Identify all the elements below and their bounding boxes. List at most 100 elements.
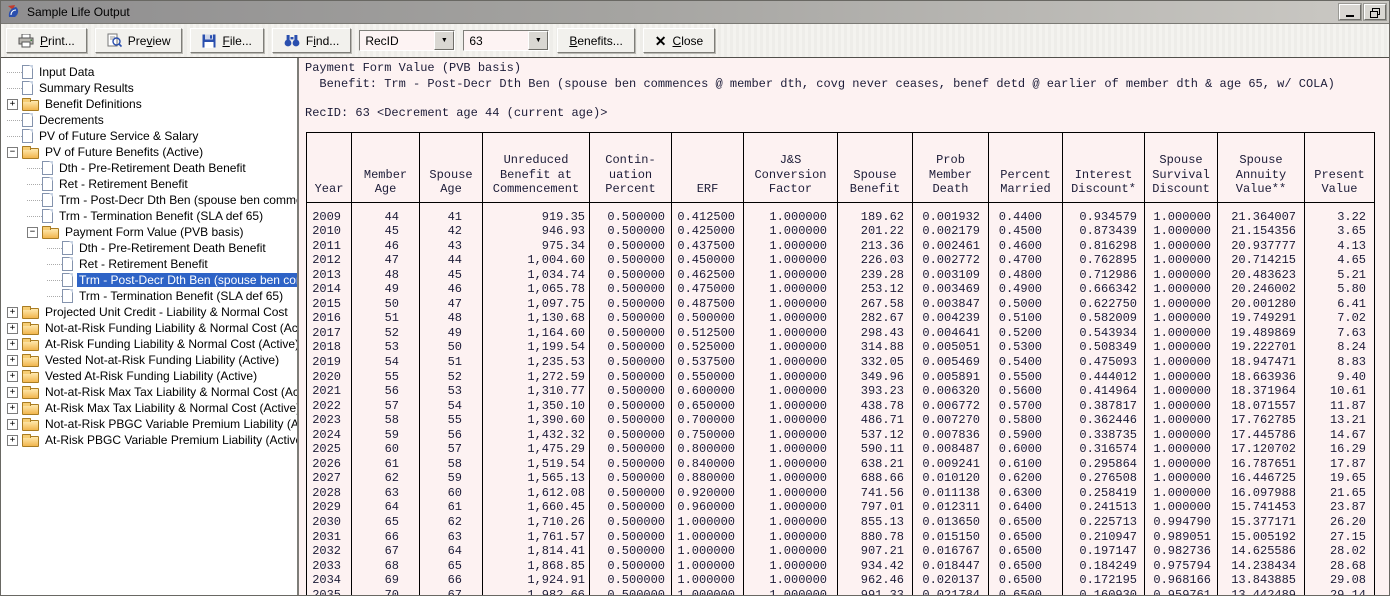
table-cell: 2018 bbox=[307, 340, 352, 355]
table-cell: 51 bbox=[420, 355, 483, 370]
record-dropdown[interactable]: 63 ▼ bbox=[463, 30, 549, 51]
table-cell: 18.663936 bbox=[1218, 370, 1305, 385]
folder-icon bbox=[22, 372, 39, 383]
preview-button[interactable]: Preview bbox=[95, 28, 183, 53]
column-header: Member Age bbox=[352, 132, 420, 202]
file-button[interactable]: File... bbox=[190, 28, 263, 53]
field-dropdown[interactable]: RecID ▼ bbox=[359, 30, 455, 51]
tree-item[interactable]: +Benefit Definitions bbox=[1, 96, 297, 112]
chevron-down-icon[interactable]: ▼ bbox=[434, 31, 454, 50]
table-cell: 1.000000 bbox=[744, 515, 838, 530]
column-header: Percent Married bbox=[989, 132, 1063, 202]
table-cell: 590.11 bbox=[838, 442, 913, 457]
collapse-icon[interactable]: − bbox=[7, 147, 18, 158]
expand-icon[interactable]: + bbox=[7, 99, 18, 110]
table-cell: 17.120702 bbox=[1218, 442, 1305, 457]
tree-item[interactable]: +At-Risk PBGC Variable Premium Liability… bbox=[1, 432, 297, 448]
expand-icon[interactable]: + bbox=[7, 371, 18, 382]
tree-item[interactable]: +At-Risk Funding Liability & Normal Cost… bbox=[1, 336, 297, 352]
tree-item[interactable]: Trm - Post-Decr Dth Ben (spouse ben comm… bbox=[1, 192, 297, 208]
tree-item[interactable]: +Vested Not-at-Risk Funding Liability (A… bbox=[1, 352, 297, 368]
expand-icon[interactable]: + bbox=[7, 403, 18, 414]
table-cell: 20.246002 bbox=[1218, 282, 1305, 297]
tree-item[interactable]: Dth - Pre-Retirement Death Benefit bbox=[1, 240, 297, 256]
table-cell: 0.021784 bbox=[913, 588, 989, 595]
table-cell: 0.6500 bbox=[989, 588, 1063, 595]
table-cell: 0.002772 bbox=[913, 253, 989, 268]
expand-icon[interactable]: + bbox=[7, 435, 18, 446]
document-icon bbox=[42, 177, 53, 191]
folder-icon bbox=[22, 148, 39, 159]
table-cell: 1.000000 bbox=[1145, 224, 1218, 239]
table-cell: 0.018447 bbox=[913, 559, 989, 574]
tree-item[interactable]: Ret - Retirement Benefit bbox=[1, 176, 297, 192]
tree-item[interactable]: −Payment Form Value (PVB basis) bbox=[1, 224, 297, 240]
table-cell: 1.000000 bbox=[744, 471, 838, 486]
tree-item[interactable]: PV of Future Service & Salary bbox=[1, 128, 297, 144]
tree-item[interactable]: Input Data bbox=[1, 64, 297, 80]
table-cell: 2025 bbox=[307, 442, 352, 457]
collapse-icon[interactable]: − bbox=[27, 227, 38, 238]
table-cell: 537.12 bbox=[838, 428, 913, 443]
find-button[interactable]: Find... bbox=[272, 28, 351, 53]
table-cell: 41 bbox=[420, 202, 483, 224]
table-cell: 741.56 bbox=[838, 486, 913, 501]
table-cell: 2022 bbox=[307, 399, 352, 414]
table-cell: 0.487500 bbox=[672, 297, 744, 312]
restore-button[interactable] bbox=[1364, 4, 1386, 20]
table-cell: 53 bbox=[352, 340, 420, 355]
table-cell: 17.87 bbox=[1305, 457, 1375, 472]
table-cell: 0.989051 bbox=[1145, 530, 1218, 545]
main-area: Input DataSummary Results+Benefit Defini… bbox=[1, 58, 1389, 595]
table-cell: 8.24 bbox=[1305, 340, 1375, 355]
minimize-button[interactable] bbox=[1339, 4, 1361, 20]
benefits-button[interactable]: Benefits... bbox=[557, 28, 634, 53]
table-cell: 1,199.54 bbox=[483, 340, 590, 355]
folder-icon bbox=[22, 404, 39, 415]
table-row: 201449461,065.780.5000000.4750001.000000… bbox=[307, 282, 1375, 297]
tree-item[interactable]: +Not-at-Risk Funding Liability & Normal … bbox=[1, 320, 297, 336]
table-cell: 66 bbox=[352, 530, 420, 545]
column-header: Present Value bbox=[1305, 132, 1375, 202]
table-cell: 2010 bbox=[307, 224, 352, 239]
expand-icon[interactable]: + bbox=[7, 419, 18, 430]
tree-item[interactable]: Trm - Post-Decr Dth Ben (spouse ben comm bbox=[1, 272, 297, 288]
close-button[interactable]: ✕ Close bbox=[643, 28, 715, 53]
expand-icon[interactable]: + bbox=[7, 339, 18, 350]
table-cell: 0.4800 bbox=[989, 268, 1063, 283]
tree-guide-line bbox=[7, 136, 22, 137]
folder-icon bbox=[42, 228, 59, 239]
expand-icon[interactable]: + bbox=[7, 387, 18, 398]
tree-item[interactable]: +At-Risk Max Tax Liability & Normal Cost… bbox=[1, 400, 297, 416]
chevron-down-icon[interactable]: ▼ bbox=[528, 31, 548, 50]
expand-icon[interactable]: + bbox=[7, 323, 18, 334]
tree-item-label: PV of Future Service & Salary bbox=[37, 129, 200, 143]
print-button[interactable]: Print... bbox=[6, 28, 87, 53]
table-cell: 64 bbox=[420, 544, 483, 559]
table-row: 202257541,350.100.5000000.6500001.000000… bbox=[307, 399, 1375, 414]
tree-item[interactable]: Dth - Pre-Retirement Death Benefit bbox=[1, 160, 297, 176]
tree-item[interactable]: Decrements bbox=[1, 112, 297, 128]
tree-item[interactable]: +Not-at-Risk PBGC Variable Premium Liabi… bbox=[1, 416, 297, 432]
folder-icon bbox=[22, 308, 39, 319]
tree-item[interactable]: +Not-at-Risk Max Tax Liability & Normal … bbox=[1, 384, 297, 400]
table-cell: 13.442489 bbox=[1218, 588, 1305, 595]
table-cell: 1.000000 bbox=[1145, 282, 1218, 297]
tree-item[interactable]: Summary Results bbox=[1, 80, 297, 96]
table-cell: 46 bbox=[352, 239, 420, 254]
tree-item[interactable]: Ret - Retirement Benefit bbox=[1, 256, 297, 272]
tree-item[interactable]: +Projected Unit Credit - Liability & Nor… bbox=[1, 304, 297, 320]
table-cell: 47 bbox=[420, 297, 483, 312]
table-cell: 0.934579 bbox=[1063, 202, 1145, 224]
tree-item[interactable]: +Vested At-Risk Funding Liability (Activ… bbox=[1, 368, 297, 384]
table-cell: 0.5300 bbox=[989, 340, 1063, 355]
expand-icon[interactable]: + bbox=[7, 307, 18, 318]
table-cell: 7.63 bbox=[1305, 326, 1375, 341]
tree-item[interactable]: −PV of Future Benefits (Active) bbox=[1, 144, 297, 160]
field-dropdown-value: RecID bbox=[360, 31, 434, 50]
expand-icon[interactable]: + bbox=[7, 355, 18, 366]
tree-item[interactable]: Trm - Termination Benefit (SLA def 65) bbox=[1, 208, 297, 224]
tree-item-label: Trm - Termination Benefit (SLA def 65) bbox=[57, 209, 265, 223]
tree-item[interactable]: Trm - Termination Benefit (SLA def 65) bbox=[1, 288, 297, 304]
table-cell: 1.000000 bbox=[672, 530, 744, 545]
